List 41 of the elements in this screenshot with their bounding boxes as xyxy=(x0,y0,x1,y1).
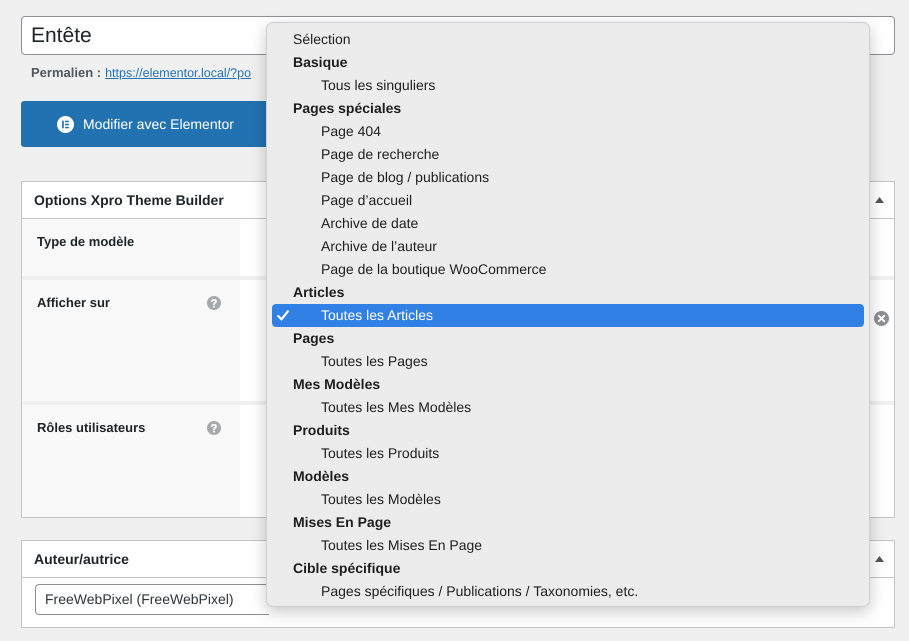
option-group-label: Produits xyxy=(292,421,351,440)
option-group-label: Modèles xyxy=(292,467,350,486)
option-group-label: Basique xyxy=(292,53,348,72)
permalink-link[interactable]: https://elementor.local/?po xyxy=(105,65,252,81)
permalink-label: Permalien : xyxy=(31,65,102,81)
menu-option[interactable]: Toutes les Produits xyxy=(272,442,864,465)
author-select[interactable]: FreeWebPixel (FreeWebPixel) xyxy=(35,584,269,615)
menu-option[interactable]: Page de recherche xyxy=(272,143,864,166)
caret-up-icon[interactable] xyxy=(875,556,884,562)
option-group-label: Cible spécifique xyxy=(292,559,402,578)
menu-option[interactable]: Page d’accueil xyxy=(272,189,864,212)
help-icon[interactable] xyxy=(207,421,221,435)
menu-option[interactable]: Page de la boutique WooCommerce xyxy=(272,258,864,281)
help-icon[interactable] xyxy=(207,296,221,310)
panel-title: Auteur/autrice xyxy=(34,550,129,568)
option-group-label: Mises En Page xyxy=(292,513,392,532)
field-label: Afficher sur xyxy=(37,295,110,311)
caret-up-icon[interactable] xyxy=(875,197,884,203)
panel-title: Options Xpro Theme Builder xyxy=(34,190,224,210)
menu-option[interactable]: Toutes les Modèles xyxy=(272,488,864,511)
checkmark-icon xyxy=(277,310,289,321)
option-group-label: Mes Modèles xyxy=(292,375,382,394)
menu-option[interactable]: Pages spécifiques / Publications / Taxonomies, etc. xyxy=(272,580,864,603)
field-label: Rôles utilisateurs xyxy=(37,420,146,436)
option-group-label: Pages spéciales xyxy=(292,99,402,118)
menu-option[interactable]: Toutes les Mises En Page xyxy=(272,534,864,557)
option-group-label: Articles xyxy=(292,283,346,302)
menu-option[interactable]: Page 404 xyxy=(272,120,864,143)
edit-with-elementor-button[interactable]: Modifier avec Elementor xyxy=(21,101,266,147)
menu-option[interactable]: Archive de l’auteur xyxy=(272,235,864,258)
menu-option[interactable]: Toutes les Mes Modèles xyxy=(272,396,864,419)
menu-option[interactable]: Archive de date xyxy=(272,212,864,235)
clear-icon[interactable] xyxy=(874,311,889,326)
option-group-label: Pages xyxy=(292,329,336,348)
elementor-logo-icon xyxy=(57,116,74,132)
menu-option[interactable]: Tous les singuliers xyxy=(272,74,864,97)
menu-option[interactable]: Toutes les Pages xyxy=(272,350,864,373)
field-label: Type de modèle xyxy=(37,234,134,250)
menu-option[interactable]: Page de blog / publications xyxy=(272,166,864,189)
menu-option[interactable]: Sélection xyxy=(272,28,864,51)
menu-option[interactable]: Toutes les Articles xyxy=(272,304,864,327)
